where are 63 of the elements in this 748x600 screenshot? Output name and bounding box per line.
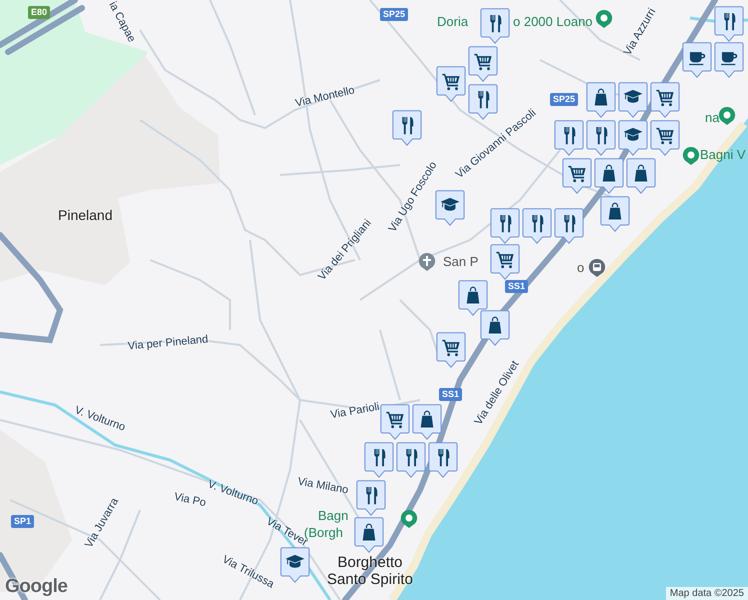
street-label: Via Parioli [330,400,380,422]
fork-knife-marker[interactable] [586,120,616,156]
graduation-cap-marker[interactable] [618,82,648,118]
place-label: na [705,110,720,126]
bag-marker[interactable] [626,158,656,194]
street-label: ia Capae [106,0,138,44]
graduation-cap-marker[interactable] [435,190,465,226]
fork-knife-marker[interactable] [468,84,498,120]
fork-knife-marker[interactable] [428,442,458,478]
fork-knife-marker[interactable] [522,208,552,244]
place-label: Borghetto Santo Spirito [326,554,414,588]
bag-marker[interactable] [480,310,510,346]
road-shield: SP1 [11,515,34,528]
road-shield: E80 [28,6,50,19]
fork-knife-marker[interactable] [356,480,386,516]
bag-marker[interactable] [412,404,442,440]
bag-marker[interactable] [600,196,630,232]
road-shield: SP25 [380,8,408,21]
fork-knife-marker[interactable] [554,208,584,244]
street-label: Via per Pineland [127,334,209,352]
graduation-cap-marker[interactable] [280,547,310,583]
coffee-cup-marker[interactable] [682,42,712,78]
place-label: Pineland [58,207,112,223]
cart-marker[interactable] [436,332,466,368]
street-label: Via Po [173,490,207,510]
cart-marker[interactable] [650,120,680,156]
bag-marker[interactable] [354,517,384,553]
place-pin-icon[interactable] [400,509,418,529]
cart-marker[interactable] [490,244,520,280]
cart-marker[interactable] [562,158,592,194]
place-label: o 2000 Loano [513,14,593,30]
fork-knife-marker[interactable] [364,442,394,478]
bag-marker[interactable] [586,82,616,118]
cross-pin-icon[interactable] [418,252,436,272]
road-shield: SS1 [439,388,462,401]
map-attribution: Map data ©2025 [666,587,748,600]
coffee-cup-marker[interactable] [714,42,744,78]
fork-knife-marker[interactable] [714,6,744,42]
road-shield: SS1 [505,280,528,293]
place-label: o [577,260,584,276]
graduation-cap-marker[interactable] [618,120,648,156]
fork-knife-marker[interactable] [392,110,422,146]
street-label: Via Montello [294,84,356,110]
cart-marker[interactable] [468,46,498,82]
place-pin-icon[interactable] [718,106,736,126]
fork-knife-marker[interactable] [490,208,520,244]
place-pin-icon[interactable] [682,146,700,166]
place-label: Bagni V [700,147,746,163]
cart-marker[interactable] [380,404,410,440]
place-label: Bagn [318,508,348,524]
place-label: Doria [437,14,468,30]
fork-knife-marker[interactable] [396,442,426,478]
street-label: Via Milano [296,476,350,496]
cart-marker[interactable] [650,82,680,118]
bag-marker[interactable] [594,158,624,194]
cart-marker[interactable] [436,66,466,102]
road-shield: SP25 [550,93,578,106]
fork-knife-marker[interactable] [554,120,584,156]
place-label: San P [443,254,478,270]
fork-knife-marker[interactable] [480,8,510,44]
bus-icon[interactable] [588,258,606,278]
bag-marker[interactable] [458,280,488,316]
place-pin-icon[interactable] [595,9,613,29]
